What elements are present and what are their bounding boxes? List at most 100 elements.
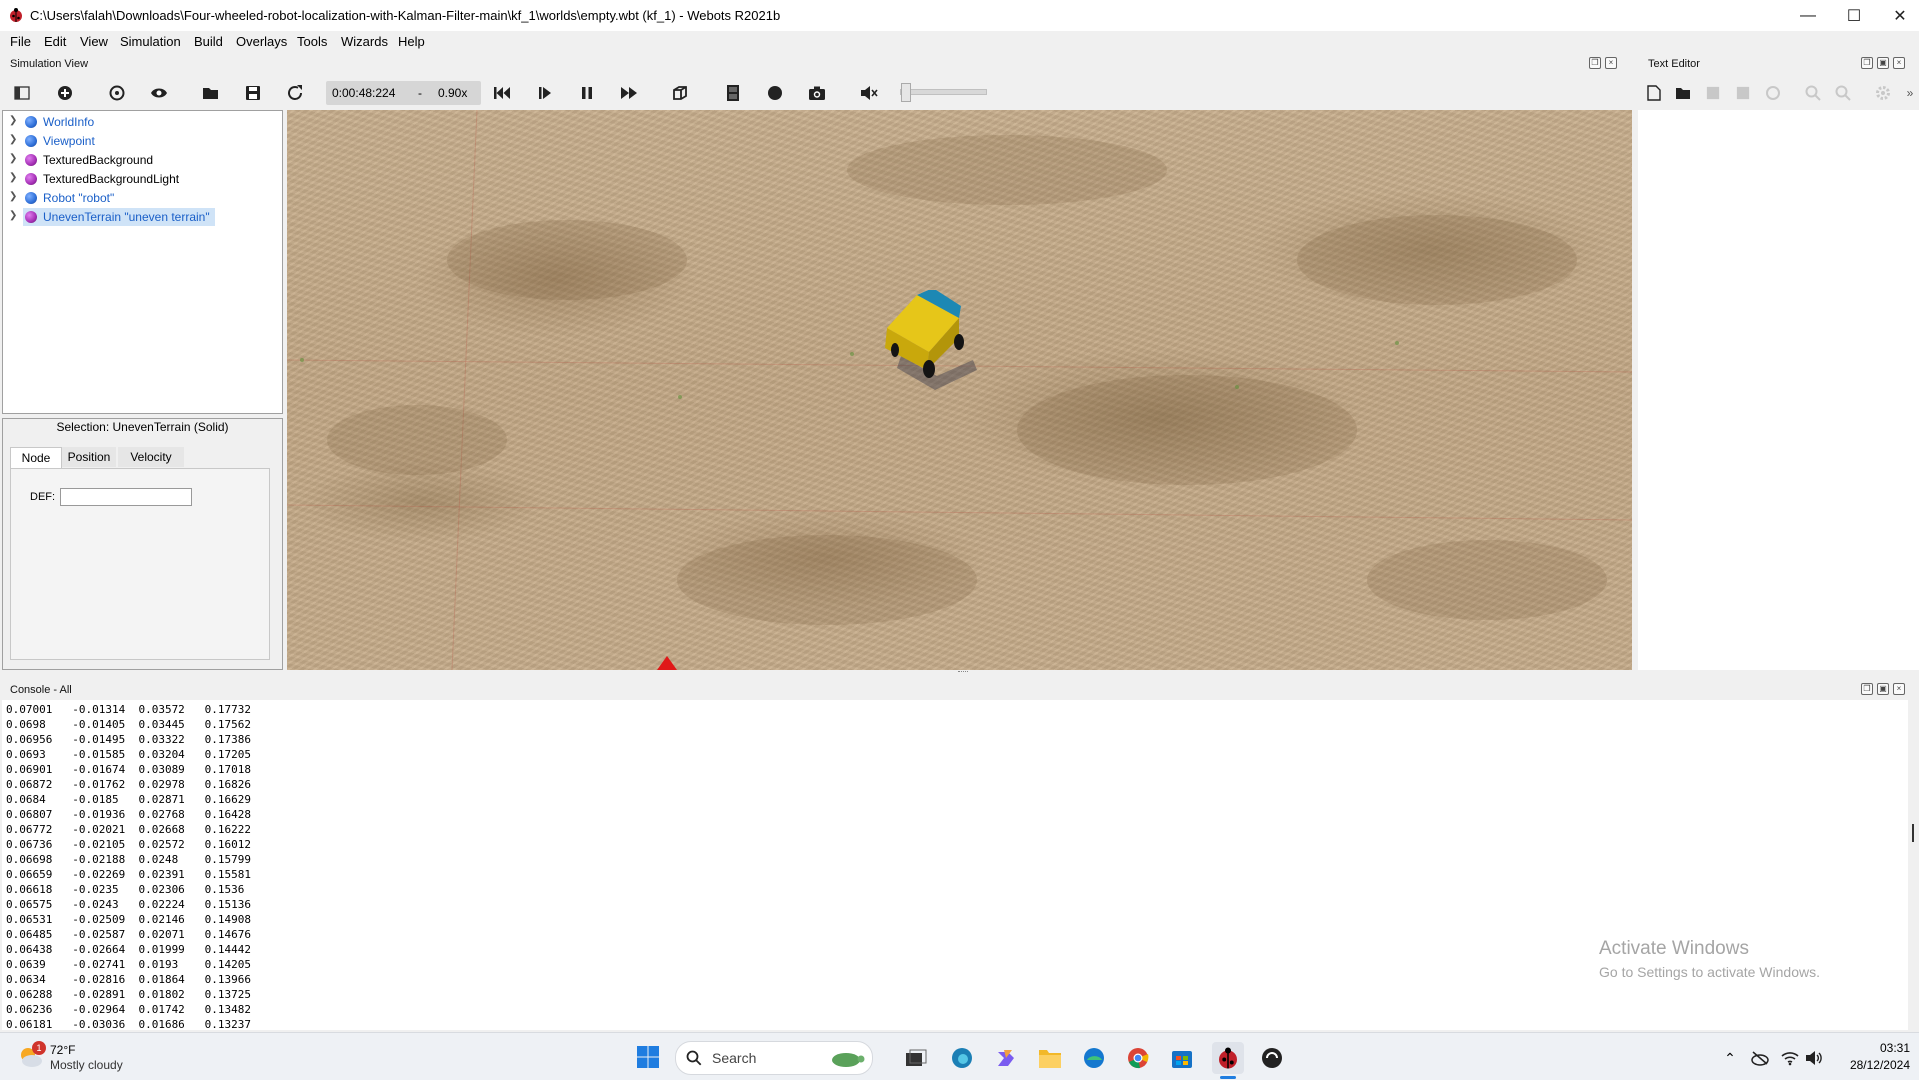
app-dark-circle-icon[interactable] <box>1258 1044 1286 1072</box>
edge-dev-icon[interactable] <box>948 1044 976 1072</box>
weather-widget[interactable]: 1 <box>16 1041 46 1069</box>
expand-arrow-icon[interactable]: ❯ <box>9 210 17 221</box>
console-dock-controls: ❐ ▣ × <box>1861 683 1905 695</box>
taskbar: 1 72°F Mostly cloudy Search ⌃ 03:31 28/1… <box>0 1032 1919 1080</box>
chrome-icon[interactable] <box>1124 1044 1152 1072</box>
close-icon[interactable]: × <box>1605 57 1617 69</box>
minimize-button[interactable]: — <box>1785 0 1831 31</box>
menu-simulation[interactable]: Simulation <box>120 34 181 49</box>
menu-edit[interactable]: Edit <box>44 34 66 49</box>
record-movie-button[interactable] <box>721 82 745 104</box>
float-icon[interactable]: ❐ <box>1861 683 1873 695</box>
onedrive-offline-icon[interactable] <box>1746 1044 1774 1072</box>
webots-taskbar-icon[interactable] <box>1212 1042 1244 1074</box>
fast-forward-button[interactable] <box>617 82 641 104</box>
gear-icon <box>1876 86 1890 100</box>
menu-tools[interactable]: Tools <box>297 34 327 49</box>
def-field[interactable] <box>60 488 192 506</box>
save-world-button[interactable] <box>241 82 265 104</box>
toggle-rendering-button[interactable] <box>668 82 692 104</box>
open-world-button[interactable] <box>199 82 223 104</box>
editor-settings-button[interactable] <box>1873 82 1893 104</box>
reset-view-button[interactable] <box>105 82 129 104</box>
pause-button[interactable] <box>575 82 599 104</box>
search-icon <box>1805 85 1821 101</box>
open-file-button[interactable] <box>1673 82 1693 104</box>
tab-velocity[interactable]: Velocity <box>118 447 184 467</box>
menu-overlays[interactable]: Overlays <box>236 34 287 49</box>
step-button[interactable] <box>533 82 557 104</box>
scene-tree-item-label: TexturedBackground <box>43 153 154 167</box>
save-file-button[interactable] <box>1703 82 1723 104</box>
menu-build[interactable]: Build <box>194 34 223 49</box>
volume-slider-handle[interactable] <box>901 83 911 102</box>
reset-simulation-button[interactable] <box>490 82 514 104</box>
screenshot-button[interactable] <box>805 82 829 104</box>
taskbar-search-box[interactable]: Search <box>675 1041 873 1075</box>
robot[interactable] <box>877 290 987 390</box>
close-icon[interactable]: × <box>1893 57 1905 69</box>
expand-arrow-icon[interactable]: ❯ <box>9 191 17 202</box>
copilot-icon[interactable] <box>992 1044 1020 1072</box>
scene-tree-item-texturedbackgroundlight[interactable]: ❯ TexturedBackgroundLight <box>3 170 282 188</box>
maximize-icon[interactable]: ▣ <box>1877 57 1889 69</box>
view-options-button[interactable] <box>147 82 171 104</box>
toggle-scene-tree-button[interactable] <box>10 82 34 104</box>
splitter-handle[interactable] <box>958 671 968 675</box>
menu-help[interactable]: Help <box>398 34 425 49</box>
text-editor-title: Text Editor <box>1648 58 1700 70</box>
record-icon <box>768 86 782 100</box>
new-file-button[interactable] <box>1644 82 1664 104</box>
file-explorer-icon[interactable] <box>1036 1044 1064 1072</box>
float-icon[interactable]: ❐ <box>1861 57 1873 69</box>
expand-arrow-icon[interactable]: ❯ <box>9 172 17 183</box>
film-icon <box>727 85 739 101</box>
scene-tree-item-robot[interactable]: ❯ Robot "robot" <box>3 189 282 207</box>
menu-wizards[interactable]: Wizards <box>341 34 388 49</box>
expand-arrow-icon[interactable]: ❯ <box>9 153 17 164</box>
mute-button[interactable] <box>857 82 881 104</box>
save-icon <box>246 86 260 100</box>
volume-slider[interactable] <box>900 83 987 102</box>
scene-tree-item-uneventerrain[interactable]: ❯ UnevenTerrain "uneven terrain" <box>3 208 282 226</box>
3d-viewport[interactable] <box>287 110 1632 670</box>
expand-arrow-icon[interactable]: ❯ <box>9 115 17 126</box>
start-button[interactable] <box>636 1045 662 1071</box>
add-node-button[interactable] <box>53 82 77 104</box>
replace-button[interactable] <box>1833 82 1853 104</box>
tab-node[interactable]: Node <box>10 447 62 468</box>
revert-button[interactable] <box>1763 82 1783 104</box>
close-button[interactable]: ✕ <box>1877 0 1919 31</box>
skip-back-icon <box>494 87 510 99</box>
microsoft-store-icon[interactable] <box>1168 1044 1196 1072</box>
record-animation-button[interactable] <box>763 82 787 104</box>
console-scrollbar[interactable] <box>1912 824 1914 842</box>
task-view-icon[interactable] <box>902 1044 930 1072</box>
volume-icon[interactable] <box>1800 1044 1828 1072</box>
tab-position[interactable]: Position <box>62 447 116 467</box>
clock-time[interactable]: 03:31 <box>1870 1041 1910 1055</box>
folder-open-icon <box>1676 88 1690 99</box>
more-tools-icon[interactable]: » <box>1904 82 1916 104</box>
reload-world-button[interactable] <box>283 82 307 104</box>
text-editor-area[interactable] <box>1638 110 1919 670</box>
scene-tree-item-viewpoint[interactable]: ❯ Viewpoint <box>3 132 282 150</box>
console-title: Console - All <box>10 684 72 696</box>
menu-file[interactable]: File <box>10 34 31 49</box>
scene-tree-item-worldinfo[interactable]: ❯ WorldInfo <box>3 113 282 131</box>
save-as-button[interactable] <box>1733 82 1753 104</box>
clock-date[interactable]: 28/12/2024 <box>1836 1058 1910 1072</box>
maximize-icon[interactable]: ▣ <box>1877 683 1889 695</box>
show-hidden-icons-icon[interactable]: ⌃ <box>1716 1044 1744 1072</box>
console-output[interactable]: 0.07001 -0.01314 0.03572 0.17732 0.0698 … <box>2 700 1914 1031</box>
close-icon[interactable]: × <box>1893 683 1905 695</box>
float-icon[interactable]: ❐ <box>1589 57 1601 69</box>
expand-arrow-icon[interactable]: ❯ <box>9 134 17 145</box>
find-button[interactable] <box>1803 82 1823 104</box>
edge-icon[interactable] <box>1080 1044 1108 1072</box>
maximize-button[interactable]: ☐ <box>1831 0 1877 31</box>
scene-tree-item-texturedbackground[interactable]: ❯ TexturedBackground <box>3 151 282 169</box>
menu-view[interactable]: View <box>80 34 108 49</box>
reload-icon <box>288 85 302 100</box>
cube-icon <box>673 86 687 100</box>
